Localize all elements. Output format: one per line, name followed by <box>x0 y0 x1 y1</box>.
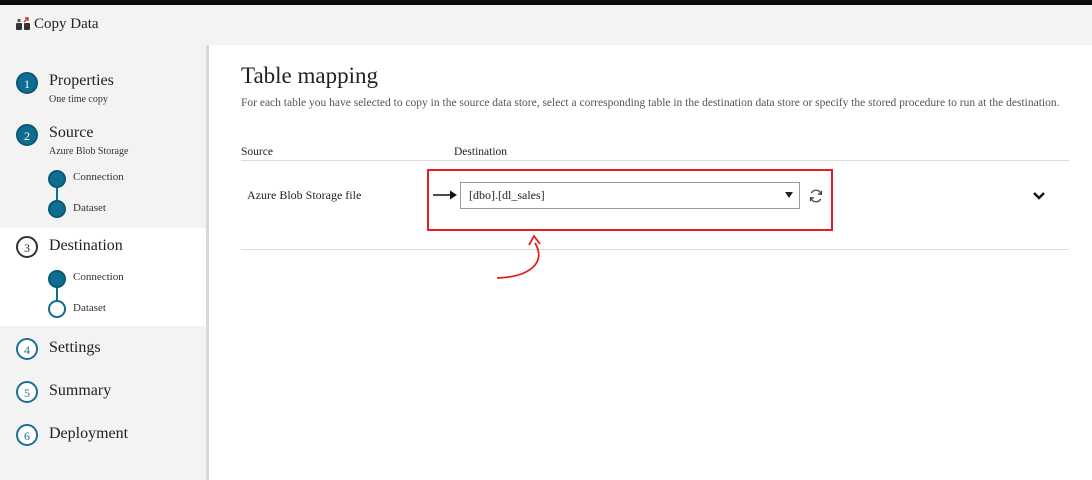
header-divider <box>241 160 1069 161</box>
step-label: Deployment <box>49 425 129 442</box>
row-source-name: Azure Blob Storage file <box>247 188 362 202</box>
substep-source-connection[interactable]: Connection <box>73 171 124 183</box>
substep-dot <box>48 270 66 288</box>
column-header-source: Source <box>241 146 273 158</box>
substep-dot <box>48 170 66 188</box>
chevron-down-icon[interactable] <box>1032 190 1046 202</box>
refresh-icon[interactable] <box>808 188 824 204</box>
step-label: Source <box>49 124 94 141</box>
step-label: Summary <box>49 382 112 399</box>
substep-source-dataset[interactable]: Dataset <box>73 202 106 214</box>
dropdown-caret-icon <box>785 192 793 198</box>
step-number: 4 <box>16 338 38 360</box>
step-number: 6 <box>16 424 38 446</box>
page-title: Table mapping <box>241 63 378 88</box>
step-sublabel: One time copy <box>49 94 108 105</box>
table-mapping-panel: Table mapping For each table you have se… <box>209 45 1092 480</box>
step-number: 3 <box>16 236 38 258</box>
substep-dot <box>48 300 66 318</box>
copy-data-icon <box>16 17 30 30</box>
step-number: 1 <box>16 72 38 94</box>
step-number: 5 <box>16 381 38 403</box>
substep-destination-dataset[interactable]: Dataset <box>73 302 106 314</box>
step-number: 2 <box>16 124 38 146</box>
page-description: For each table you have selected to copy… <box>241 97 1060 109</box>
step-sublabel: Azure Blob Storage <box>49 146 129 157</box>
substep-dot <box>48 200 66 218</box>
substep-destination-connection[interactable]: Connection <box>73 271 124 283</box>
step-label: Settings <box>49 339 101 356</box>
wizard-steps-sidebar: 1 Properties One time copy 2 Source Azur… <box>0 45 206 480</box>
step-label: Destination <box>49 237 123 254</box>
destination-table-value: [dbo].[dl_sales] <box>469 188 545 202</box>
annotation-curved-arrow-icon <box>496 234 541 279</box>
step-label: Properties <box>49 72 114 89</box>
column-header-destination: Destination <box>454 146 508 158</box>
title-bar: Copy Data <box>0 5 1092 45</box>
destination-table-select[interactable]: [dbo].[dl_sales] <box>460 182 800 209</box>
row-divider <box>241 249 1069 250</box>
arrow-right-icon <box>433 190 457 200</box>
app-title: Copy Data <box>34 16 99 32</box>
